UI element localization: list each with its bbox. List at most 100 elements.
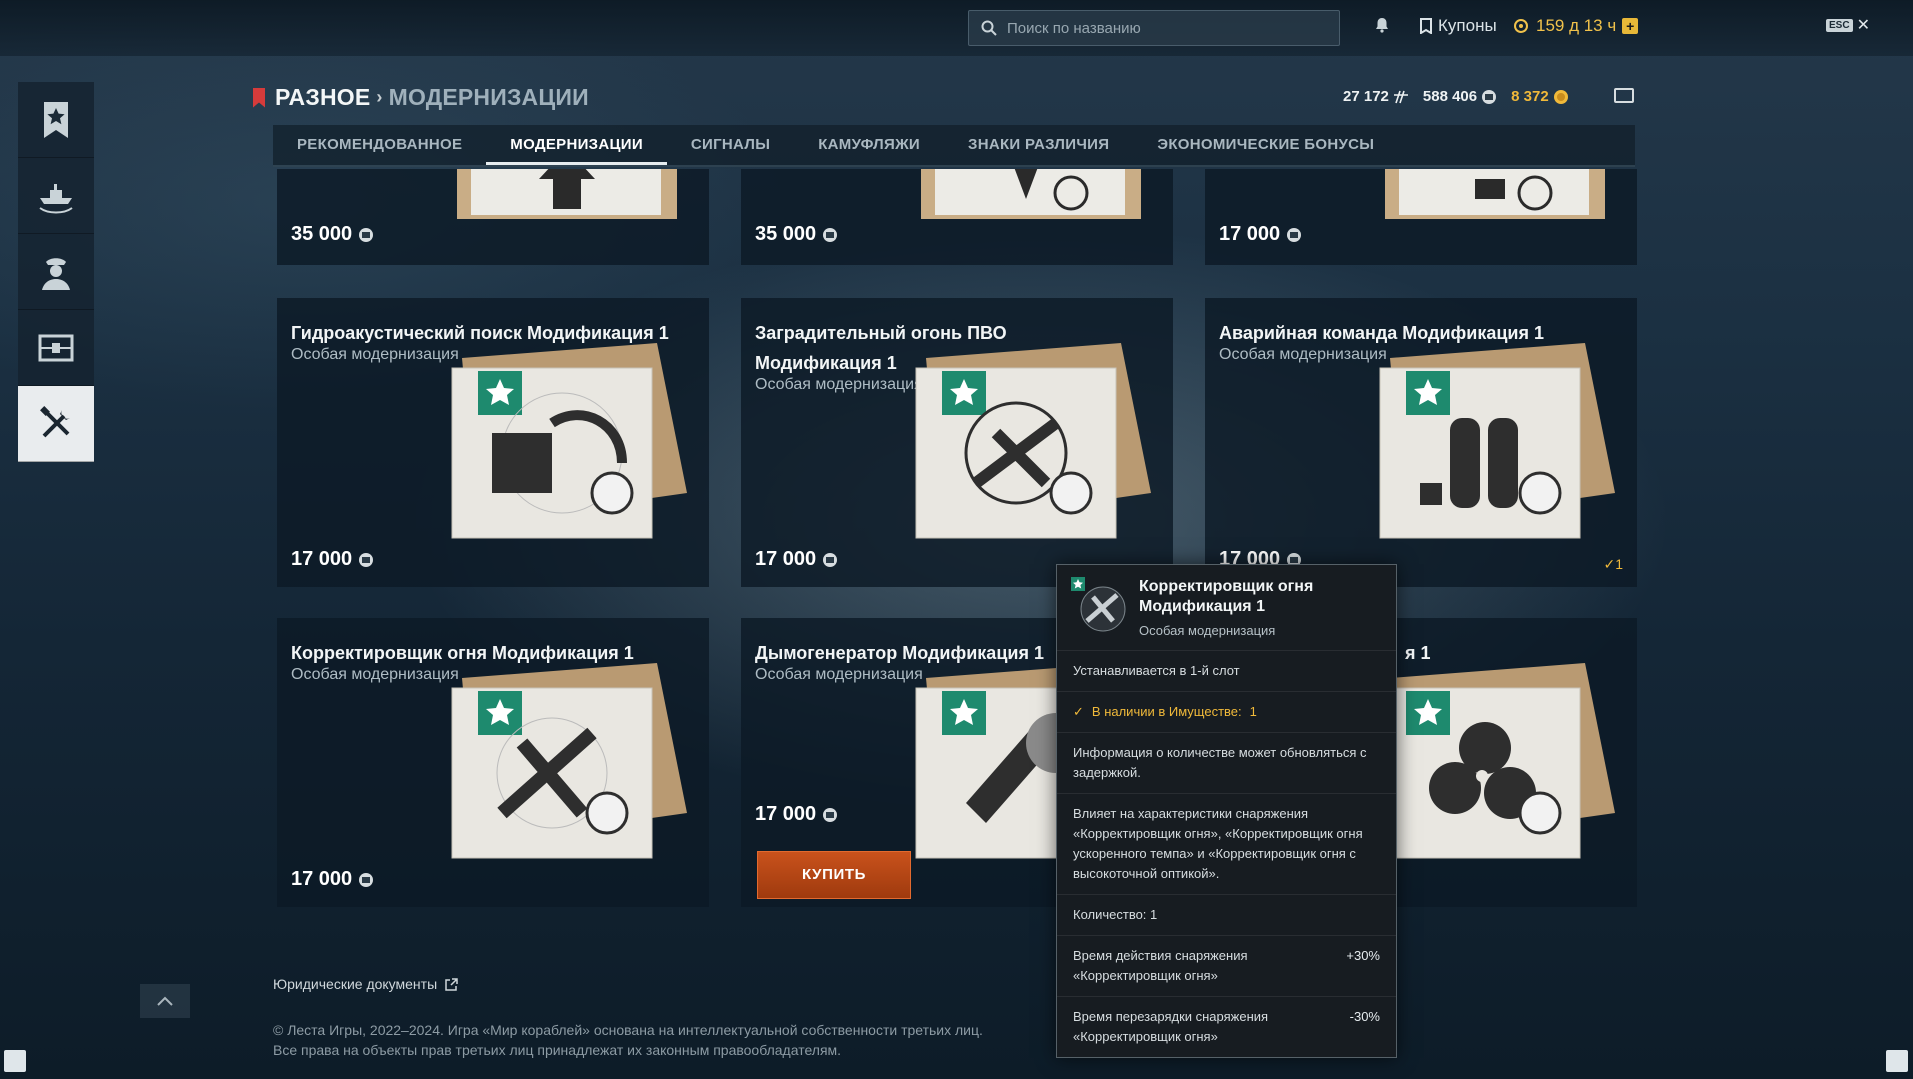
breadcrumb-separator: › bbox=[376, 87, 383, 107]
stat-label: Время действия снаряжения «Корректировщи… bbox=[1073, 948, 1248, 983]
tab-recommended[interactable]: РЕКОМЕНДОВАННОЕ bbox=[273, 125, 486, 165]
product-type: Особая модернизация bbox=[291, 346, 459, 363]
coupons-label: Купоны bbox=[1438, 16, 1497, 35]
section-bookmark-icon bbox=[253, 87, 265, 108]
ship-laurel-icon bbox=[39, 183, 73, 213]
currency-balances: 27 172 588 406 8 372 bbox=[1343, 88, 1569, 105]
page-title: РАЗНОЕ › МОДЕРНИЗАЦИИ bbox=[253, 84, 589, 111]
price: 17 000 bbox=[755, 548, 838, 571]
close-button[interactable]: ESC ✕ bbox=[1826, 15, 1870, 35]
copyright-line: Все права на объекты прав третьих лиц пр… bbox=[273, 1042, 842, 1058]
legal-documents-link[interactable]: Юридические документы bbox=[273, 976, 458, 992]
tooltip-stat: Время действия снаряжения «Корректировщи… bbox=[1057, 936, 1396, 997]
coupons-button[interactable]: Купоны bbox=[1420, 16, 1497, 36]
copyright-line: © Леста Игры, 2022–2024. Игра «Мир кораб… bbox=[273, 1022, 983, 1038]
tooltip-stat: Время перезарядки снаряжения «Корректиро… bbox=[1057, 997, 1396, 1057]
product-card[interactable]: 17 000 bbox=[1205, 169, 1637, 265]
coupon-icon bbox=[1420, 18, 1432, 34]
credits-icon bbox=[1482, 89, 1497, 104]
wallet-icon[interactable] bbox=[1614, 88, 1634, 103]
credits-icon bbox=[823, 552, 838, 567]
tooltip-title: Корректировщик огня Модификация 1 bbox=[1139, 578, 1314, 615]
hydroacoustic-modernization-icon bbox=[451, 343, 687, 539]
doubloons-balance: 8 372 bbox=[1511, 88, 1569, 105]
credits-icon bbox=[823, 807, 838, 822]
credits-icon bbox=[359, 872, 374, 887]
price: 17 000 bbox=[291, 548, 374, 571]
tooltip-subtitle: Особая модернизация bbox=[1139, 623, 1276, 638]
tab-modernizations[interactable]: МОДЕРНИЗАЦИИ bbox=[486, 125, 667, 165]
add-premium-button[interactable]: + bbox=[1622, 18, 1639, 34]
tooltip-quantity: Количество: 1 bbox=[1057, 895, 1396, 936]
price: 17 000 bbox=[1219, 223, 1302, 246]
spotter-modernization-icon bbox=[451, 663, 687, 859]
tooltip-header: Корректировщик огня Модификация 1 Особая… bbox=[1057, 565, 1396, 651]
stat-label: Время перезарядки снаряжения «Корректиро… bbox=[1073, 1009, 1269, 1044]
credits-icon bbox=[823, 227, 838, 242]
stat-value: -30% bbox=[1349, 1009, 1380, 1024]
availability-count: 1 bbox=[1249, 704, 1257, 719]
free-xp-value: 27 172 bbox=[1343, 88, 1389, 105]
category-tabs: РЕКОМЕНДОВАННОЕ МОДЕРНИЗАЦИИ СИГНАЛЫ КАМ… bbox=[273, 125, 1635, 167]
modernization-art-icon bbox=[1385, 169, 1605, 219]
credits-icon bbox=[359, 227, 374, 242]
tab-economic-bonuses[interactable]: ЭКОНОМИЧЕСКИЕ БОНУСЫ bbox=[1133, 125, 1398, 165]
buy-button[interactable]: КУПИТЬ bbox=[757, 851, 911, 899]
search-input[interactable] bbox=[1007, 19, 1327, 37]
price: 17 000 bbox=[291, 868, 374, 891]
star-bookmark-icon bbox=[44, 101, 68, 138]
tooltip-info: Информация о количестве может обновлятьс… bbox=[1057, 733, 1396, 794]
modernization-art-icon bbox=[457, 169, 677, 219]
esc-key-label: ESC bbox=[1826, 18, 1853, 32]
product-card-aa-barrage[interactable]: Заградительный огонь ПВО Модификация 1 О… bbox=[741, 298, 1173, 587]
product-card[interactable]: 35 000 bbox=[277, 169, 709, 265]
tooltip-availability: ✓ В наличии в Имуществе: 1 bbox=[1057, 692, 1396, 733]
legal-label: Юридические документы bbox=[273, 976, 438, 992]
product-grid: 35 000 35 000 17 000 Гидроакустический п… bbox=[270, 169, 1640, 919]
sidebar-item-misc[interactable] bbox=[18, 386, 94, 462]
tab-insignia[interactable]: ЗНАКИ РАЗЛИЧИЯ bbox=[944, 125, 1133, 165]
premium-laurel-icon bbox=[1514, 19, 1528, 33]
spotter-modernization-icon bbox=[1071, 577, 1126, 632]
left-sidebar bbox=[18, 82, 94, 462]
tab-camouflages[interactable]: КАМУФЛЯЖИ bbox=[794, 125, 944, 165]
chevron-up-icon bbox=[157, 996, 173, 1006]
doubloons-value: 8 372 bbox=[1511, 88, 1549, 105]
owned-count-badge: ✓1 bbox=[1603, 556, 1623, 572]
close-icon: ✕ bbox=[1856, 17, 1870, 34]
free-xp-balance: 27 172 bbox=[1343, 88, 1409, 105]
notifications-icon[interactable] bbox=[1886, 1050, 1908, 1072]
product-type: Особая модернизация bbox=[755, 666, 923, 683]
chat-icon[interactable] bbox=[4, 1050, 26, 1072]
check-icon: ✓ bbox=[1073, 704, 1084, 719]
sidebar-item-ranks[interactable] bbox=[18, 82, 94, 158]
search-box[interactable] bbox=[968, 10, 1340, 46]
tooltip-affects: Влияет на характеристики снаряжения «Кор… bbox=[1057, 794, 1396, 895]
breadcrumb-section[interactable]: РАЗНОЕ bbox=[275, 84, 370, 111]
product-type: Особая модернизация bbox=[1219, 346, 1387, 363]
availability-label: В наличии в Имуществе: bbox=[1091, 704, 1242, 719]
aa-barrage-modernization-icon bbox=[915, 343, 1151, 539]
bell-icon[interactable] bbox=[1374, 17, 1390, 38]
product-card[interactable]: 35 000 bbox=[741, 169, 1173, 265]
stat-value: +30% bbox=[1346, 948, 1380, 963]
product-card-damage-control[interactable]: Аварийная команда Модификация 1 Особая м… bbox=[1205, 298, 1637, 587]
scroll-to-top-button[interactable] bbox=[140, 984, 190, 1018]
external-link-icon bbox=[445, 977, 458, 991]
price: 17 000 bbox=[755, 803, 838, 826]
free-xp-icon bbox=[1393, 90, 1408, 103]
tools-icon bbox=[40, 405, 70, 437]
tab-signals[interactable]: СИГНАЛЫ bbox=[667, 125, 794, 165]
sidebar-item-ships[interactable] bbox=[18, 158, 94, 234]
premium-status[interactable]: 159 д 13 ч + bbox=[1512, 16, 1639, 36]
product-type: Особая модернизация bbox=[755, 376, 923, 393]
tooltip-slot: Устанавливается в 1-й слот bbox=[1057, 651, 1396, 692]
breadcrumb-subsection: МОДЕРНИЗАЦИИ bbox=[388, 84, 589, 110]
product-card-hydroacoustic[interactable]: Гидроакустический поиск Модификация 1 Ос… bbox=[277, 298, 709, 587]
sidebar-item-commanders[interactable] bbox=[18, 234, 94, 310]
product-card-spotter[interactable]: Корректировщик огня Модификация 1 Особая… bbox=[277, 618, 709, 907]
credits-balance: 588 406 bbox=[1423, 88, 1497, 105]
copyright: © Леста Игры, 2022–2024. Игра «Мир кораб… bbox=[273, 1020, 983, 1060]
sidebar-item-containers[interactable] bbox=[18, 310, 94, 386]
propeller-modernization-icon bbox=[1379, 663, 1615, 859]
